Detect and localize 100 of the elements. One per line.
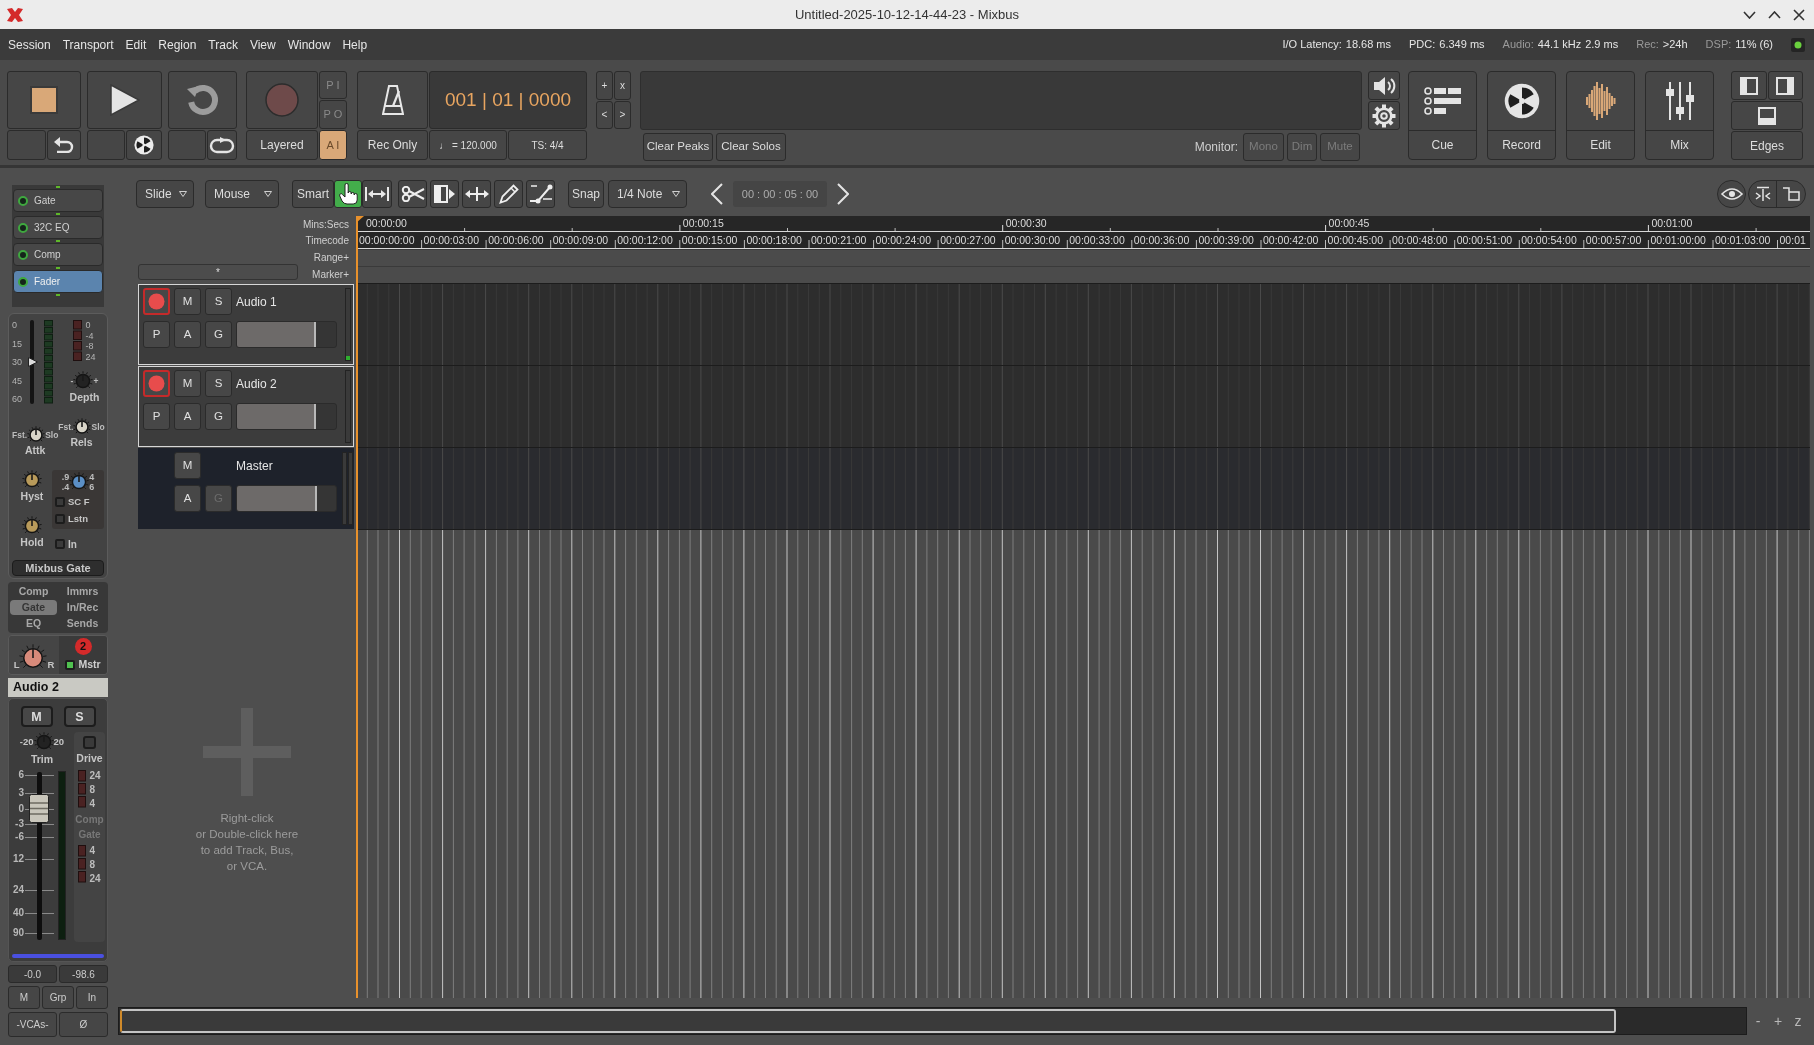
tool-button[interactable] [362,180,392,208]
play-button[interactable] [87,71,162,129]
return-button[interactable] [47,130,81,160]
checkbox[interactable] [55,497,65,508]
knob[interactable] [22,516,42,536]
m-button[interactable]: M [174,452,201,479]
gain-slider[interactable] [236,403,337,430]
plugin-slot[interactable]: Comp [13,243,103,266]
m-button[interactable]: M [174,288,201,315]
menu-item[interactable]: Track [208,35,238,54]
tool-button[interactable] [462,180,491,208]
settings-button[interactable] [1368,101,1400,130]
previous-button[interactable] [709,182,725,206]
nudge-button[interactable]: < [596,100,613,129]
automation-button[interactable]: A [174,321,201,348]
playlist-button[interactable]: P [143,321,170,348]
record-enable-button[interactable] [143,288,170,315]
track-header[interactable]: M S Audio 1 P A G [138,284,354,365]
strip-tab[interactable]: EQ [10,616,57,631]
solo-button[interactable]: S [205,288,232,315]
nudge-button[interactable]: > [614,100,631,129]
m-button[interactable]: M [174,370,201,397]
strip-button[interactable]: Grp [42,986,74,1009]
menu-item[interactable]: View [249,35,276,54]
playlist-button[interactable]: P [143,403,170,430]
threshold-thumb[interactable] [28,357,38,367]
strip-tab[interactable]: Comp [10,584,57,599]
loop-button[interactable] [168,71,237,129]
speaker-button[interactable] [1368,71,1400,100]
strip-button[interactable]: M [8,986,40,1009]
window-button[interactable]: Edges [1731,131,1803,160]
click-mode-button[interactable]: Rec Only [357,130,428,160]
left-panel-button[interactable] [1731,71,1767,100]
plugin-slot[interactable]: Gate [13,189,103,212]
menu-item[interactable]: Region [158,35,197,54]
reel-button[interactable] [126,130,162,160]
gain-slider[interactable] [236,321,337,348]
tool-button[interactable] [494,180,523,208]
track-header[interactable]: M S Audio 2 P A G [138,366,354,447]
zoom-button[interactable]: - [1750,1011,1766,1031]
tool-button[interactable] [526,180,555,208]
window-button[interactable]: Record [1487,71,1556,160]
zoom-button[interactable]: z [1790,1011,1806,1031]
scroll-thumb[interactable] [120,1009,1616,1033]
clear-button[interactable]: Clear Solos [716,133,786,161]
group-button[interactable]: G [205,403,232,430]
record-enable-button[interactable] [143,370,170,397]
gain-slider[interactable] [236,485,337,512]
checkbox[interactable] [55,539,65,549]
strip-button[interactable]: In [76,986,108,1009]
close-button[interactable] [1791,6,1807,23]
solo-button[interactable]: S [63,706,96,727]
next-button[interactable] [835,182,851,206]
checkbox[interactable] [55,514,65,525]
nudge-button[interactable]: x [614,71,631,100]
menu-item[interactable]: Help [342,35,368,54]
loop-play-button[interactable] [207,130,237,160]
smart-mode-button[interactable]: Smart [292,180,334,208]
menu-item[interactable]: Session [8,35,51,54]
m-button[interactable]: M [20,706,53,727]
menu-item[interactable]: Edit [125,35,147,54]
punch-button[interactable]: A I [319,130,347,160]
strip-tab[interactable]: Sends [59,616,106,631]
plugin-slot[interactable]: Fader [13,270,103,293]
checkbox[interactable] [83,736,96,749]
knob[interactable] [22,470,42,490]
fader-handle[interactable] [29,794,49,824]
window-button[interactable]: Edit [1566,71,1635,160]
mode-dropdown[interactable]: Mouse [205,180,279,208]
snap-button[interactable]: Snap [568,180,604,208]
mode-dropdown[interactable]: Slide [136,180,194,208]
right-panel-button[interactable] [1767,71,1803,100]
knob[interactable] [27,426,46,444]
tool-button[interactable] [398,180,427,208]
grid-dropdown[interactable]: 1/4 Note [608,180,687,208]
automation-button[interactable]: A [174,403,201,430]
threshold-track[interactable] [29,320,34,404]
bottom-panel-button[interactable] [1731,101,1803,130]
checkbox[interactable] [65,659,76,670]
strip-button[interactable]: Ø [59,1012,108,1037]
group-button[interactable]: G [205,321,232,348]
tool-button[interactable] [334,180,362,208]
clear-button[interactable]: Clear Peaks [643,133,713,161]
nudge-button[interactable]: + [596,71,613,100]
solo-button[interactable]: S [205,370,232,397]
window-button[interactable]: Cue [1408,71,1477,160]
window-button[interactable]: Mix [1645,71,1714,160]
metronome-button[interactable] [357,71,428,129]
stop-button[interactable] [7,71,81,129]
record-mode-button[interactable]: Layered [246,130,318,160]
strip-tab[interactable]: In/Rec [59,600,106,615]
menu-item[interactable]: Transport [62,35,114,54]
menu-item[interactable]: Window [287,35,331,54]
track-filter-button[interactable]: * [138,264,298,280]
tool-button[interactable] [430,180,459,208]
strip-button[interactable]: -VCAs- [8,1012,57,1037]
automation-button[interactable]: A [174,485,201,512]
knob[interactable] [73,418,92,436]
strip-tab[interactable]: Immrs [59,584,106,599]
plugin-slot[interactable]: 32C EQ [13,216,103,239]
